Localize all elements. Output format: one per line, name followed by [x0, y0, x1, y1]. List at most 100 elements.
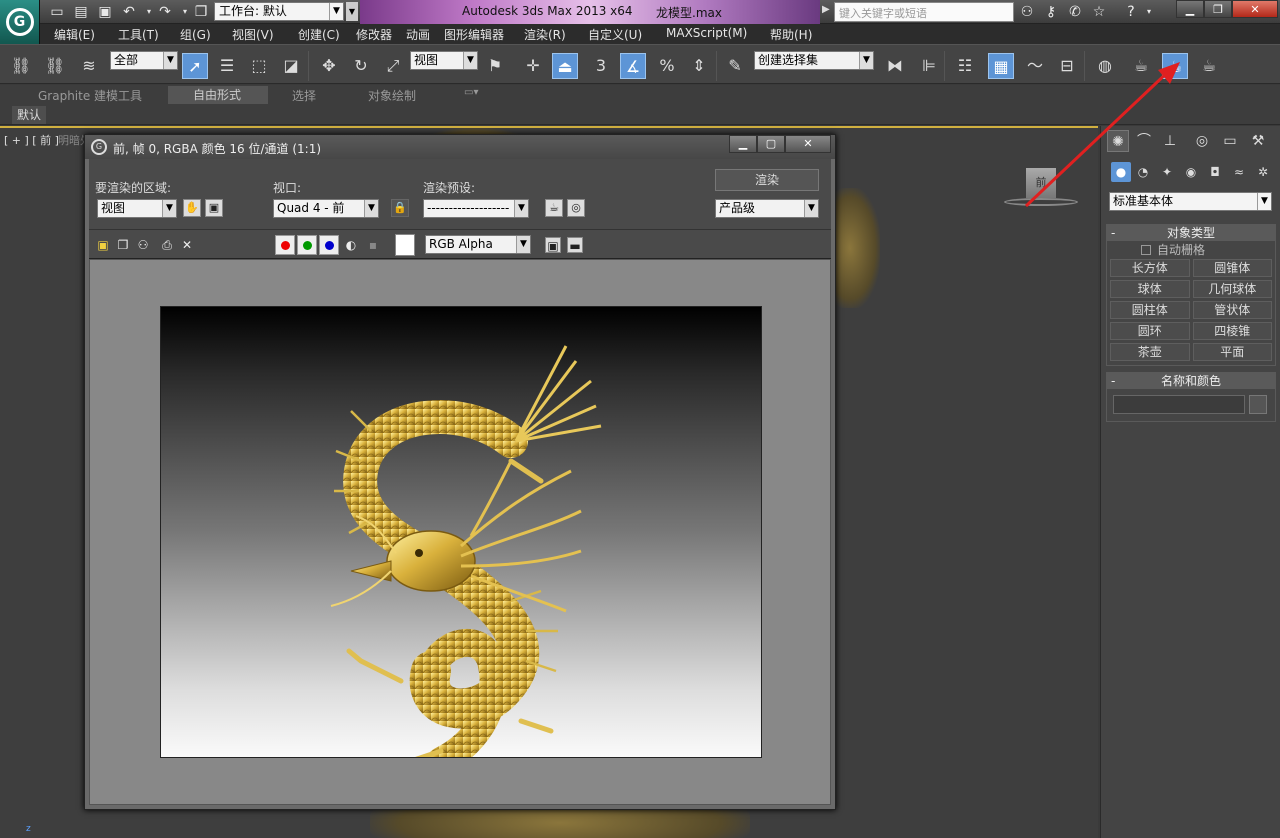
menu-customize[interactable]: 自定义(U) — [588, 26, 642, 43]
cylinder-button[interactable]: 圆柱体 — [1110, 301, 1190, 319]
rectangular-selection-icon[interactable]: ⬚ — [246, 53, 272, 79]
menu-animation[interactable]: 动画 — [406, 26, 430, 43]
select-and-rotate-icon[interactable]: ↻ — [348, 53, 374, 79]
menu-rendering[interactable]: 渲染(R) — [524, 26, 566, 43]
box-button[interactable]: 长方体 — [1110, 259, 1190, 277]
menu-create[interactable]: 创建(C) — [298, 26, 340, 43]
clear-image-icon[interactable]: ✕ — [179, 237, 195, 253]
motion-tab-icon[interactable]: ◎ — [1191, 130, 1213, 152]
clone-window-icon[interactable]: ⚇ — [135, 237, 151, 253]
save-image-icon[interactable]: ▣ — [95, 237, 111, 253]
menu-modifiers[interactable]: 修改器 — [356, 26, 392, 43]
tube-button[interactable]: 管状体 — [1192, 301, 1272, 319]
edit-region-icon[interactable]: ✋ — [183, 199, 201, 217]
display-channel-select[interactable]: RGB Alpha ▼ — [425, 235, 531, 254]
help-dropdown-icon[interactable]: ▾ — [1140, 3, 1158, 21]
ribbon-tab-selection[interactable]: 选择 — [292, 87, 316, 104]
pyramid-button[interactable]: 四棱锥 — [1192, 322, 1272, 340]
select-and-link-icon[interactable]: ⛓ — [8, 53, 34, 79]
teapot-button[interactable]: 茶壶 — [1110, 343, 1190, 361]
new-file-icon[interactable]: ▭ — [48, 3, 66, 21]
ribbon-default-label[interactable]: 默认 — [12, 106, 46, 124]
ribbon-tab-object-paint[interactable]: 对象绘制 — [368, 87, 416, 104]
lock-viewport-icon[interactable]: 🔒 — [391, 199, 409, 217]
unlink-selection-icon[interactable]: ⛓ — [42, 53, 68, 79]
torus-button[interactable]: 圆环 — [1110, 322, 1190, 340]
render-setup-icon[interactable]: ☕ — [545, 199, 563, 217]
help-icon[interactable]: ? — [1122, 3, 1140, 21]
environment-effects-icon[interactable]: ◎ — [567, 199, 585, 217]
binoculars-icon[interactable]: ⚇ — [1018, 3, 1036, 21]
systems-icon[interactable]: ✲ — [1253, 162, 1273, 182]
redo-icon[interactable]: ↷ — [156, 3, 174, 21]
render-window-maximize-button[interactable]: ▢ — [757, 135, 785, 153]
window-crossing-icon[interactable]: ◪ — [278, 53, 304, 79]
green-channel-toggle[interactable] — [297, 235, 317, 255]
select-by-name-icon[interactable]: ☰ — [214, 53, 240, 79]
spinner-snap-icon[interactable]: ⇕ — [686, 53, 712, 79]
render-preset-select[interactable]: ------------------- ▼ — [423, 199, 529, 218]
select-and-scale-icon[interactable]: ⤢ — [380, 53, 406, 79]
selection-filter-select[interactable]: 全部 ▼ — [110, 51, 178, 70]
workspace-select[interactable]: 工作台: 默认 ▼ — [214, 2, 344, 21]
render-production-icon[interactable]: ☕ — [1196, 53, 1222, 79]
blue-channel-toggle[interactable] — [319, 235, 339, 255]
search-expand-icon[interactable]: ▶ — [822, 4, 830, 15]
undo-icon[interactable]: ↶ — [120, 3, 138, 21]
cone-button[interactable]: 圆锥体 — [1192, 259, 1272, 277]
minimize-button[interactable]: ▁ — [1176, 0, 1204, 18]
display-tab-icon[interactable]: ▭ — [1219, 130, 1241, 152]
object-name-input[interactable] — [1113, 395, 1245, 414]
open-file-icon[interactable]: ▤ — [72, 3, 90, 21]
favorites-star-icon[interactable]: ☆ — [1090, 3, 1108, 21]
close-button[interactable]: ✕ — [1232, 0, 1278, 18]
named-selection-set-select[interactable]: 创建选择集 ▼ — [754, 51, 874, 70]
render-canvas-area[interactable] — [89, 259, 831, 805]
menu-graph-editors[interactable]: 图形编辑器 — [444, 26, 504, 43]
snaps-toggle-icon[interactable]: 3 — [588, 53, 614, 79]
print-image-icon[interactable]: ⎙ — [159, 237, 175, 253]
menu-maxscript[interactable]: MAXScript(M) — [666, 26, 747, 40]
red-channel-toggle[interactable] — [275, 235, 295, 255]
search-input[interactable]: 键入关键字或短语 — [834, 2, 1014, 22]
keyboard-shortcut-override-icon[interactable]: ⏏ — [552, 53, 578, 79]
helpers-icon[interactable]: ◘ — [1205, 162, 1225, 182]
name-and-color-header[interactable]: - 名称和颜色 — [1107, 373, 1275, 389]
plane-button[interactable]: 平面 — [1192, 343, 1272, 361]
menu-group[interactable]: 组(G) — [180, 26, 211, 43]
render-window-titlebar[interactable]: G 前, 帧 0, RGBA 颜色 16 位/通道 (1:1) ▁ ▢ ✕ — [85, 135, 835, 159]
alpha-channel-icon[interactable]: ◐ — [343, 237, 359, 253]
mirror-icon[interactable]: ⧓ — [882, 53, 908, 79]
copy-image-icon[interactable]: ❐ — [115, 237, 131, 253]
angle-snap-icon[interactable]: ∡ — [620, 53, 646, 79]
monochrome-icon[interactable]: ▪ — [365, 237, 381, 253]
viewport-select[interactable]: Quad 4 - 前 ▼ — [273, 199, 379, 218]
viewport-label[interactable]: [ + ] [ 前 ] — [4, 132, 59, 148]
pivot-center-icon[interactable]: ⚑ — [482, 53, 508, 79]
space-warps-icon[interactable]: ≈ — [1229, 162, 1249, 182]
select-and-manipulate-icon[interactable]: ✛ — [520, 53, 546, 79]
object-type-header[interactable]: - 对象类型 — [1107, 225, 1275, 241]
percent-snap-icon[interactable]: % — [654, 53, 680, 79]
subscription-key-icon[interactable]: ⚷ — [1042, 3, 1060, 21]
toggle-ui-overlay-icon[interactable]: ▣ — [545, 237, 561, 253]
graphite-toggle-icon[interactable]: ▦ — [988, 53, 1014, 79]
render-window-close-button[interactable]: ✕ — [785, 135, 831, 153]
ribbon-tab-freeform[interactable]: 自由形式 — [168, 86, 268, 104]
autogrid-checkbox[interactable]: 自动栅格 — [1107, 241, 1275, 259]
ribbon-options-icon[interactable]: ▭▾ — [464, 87, 478, 98]
menu-edit[interactable]: 编辑(E) — [54, 26, 95, 43]
maximize-button[interactable]: ❐ — [1204, 0, 1232, 18]
render-button[interactable]: 渲染 — [715, 169, 819, 191]
render-window-minimize-button[interactable]: ▁ — [729, 135, 757, 153]
render-quality-select[interactable]: 产品级 ▼ — [715, 199, 819, 218]
edit-named-selection-icon[interactable]: ✎ — [722, 53, 748, 79]
communication-center-icon[interactable]: ✆ — [1066, 3, 1084, 21]
object-color-swatch[interactable] — [1249, 395, 1267, 414]
auto-region-icon[interactable]: ▣ — [205, 199, 223, 217]
geosphere-button[interactable]: 几何球体 — [1192, 280, 1272, 298]
align-icon[interactable]: ⊫ — [916, 53, 942, 79]
app-logo[interactable]: G — [0, 0, 40, 44]
project-folder-icon[interactable]: ❐ — [192, 3, 210, 21]
select-object-icon[interactable]: ➚ — [182, 53, 208, 79]
